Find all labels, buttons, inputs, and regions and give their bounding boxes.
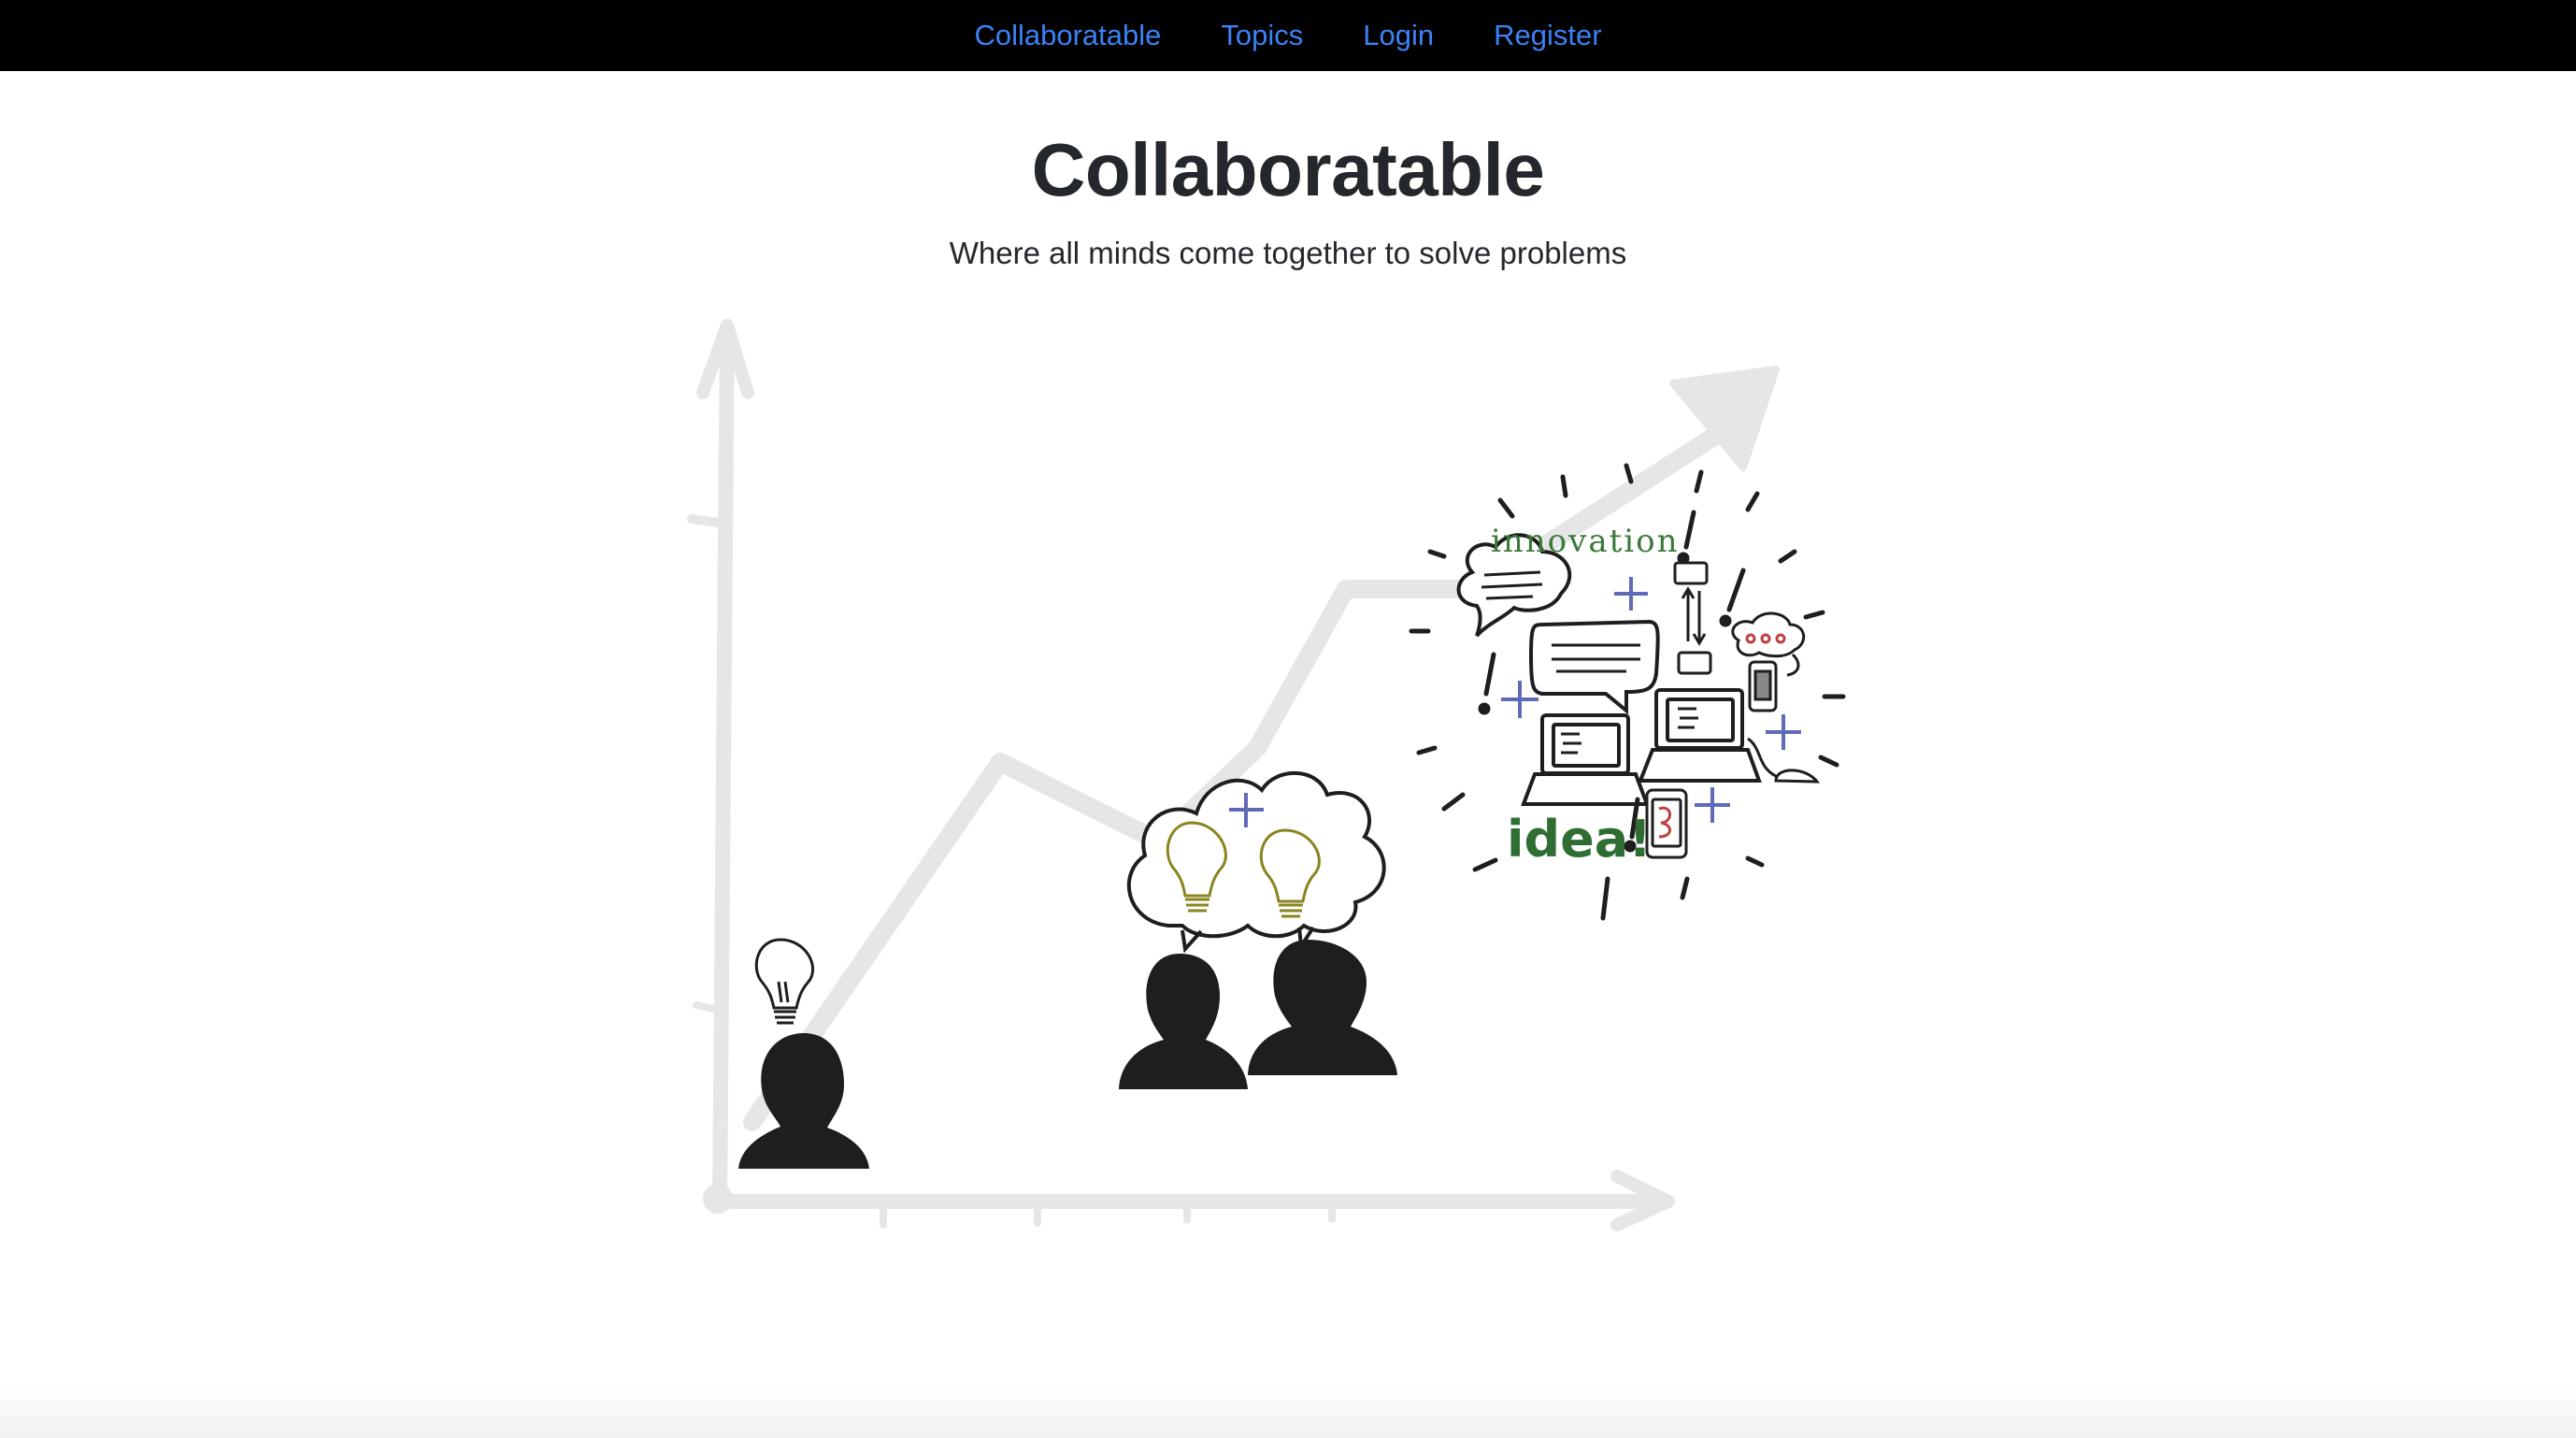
laptop-icon: [1521, 688, 1762, 806]
innovation-label: innovation: [1491, 523, 1680, 560]
idea-label: idea!: [1507, 810, 1652, 869]
person-silhouette-icon: [1119, 940, 1397, 1089]
lightbulb-icon: [754, 938, 815, 1025]
growth-chart-illustration: innovation idea!: [687, 319, 1846, 1231]
page-footer-shade: [0, 1388, 2576, 1438]
thought-cloud-icon: [1126, 770, 1386, 954]
